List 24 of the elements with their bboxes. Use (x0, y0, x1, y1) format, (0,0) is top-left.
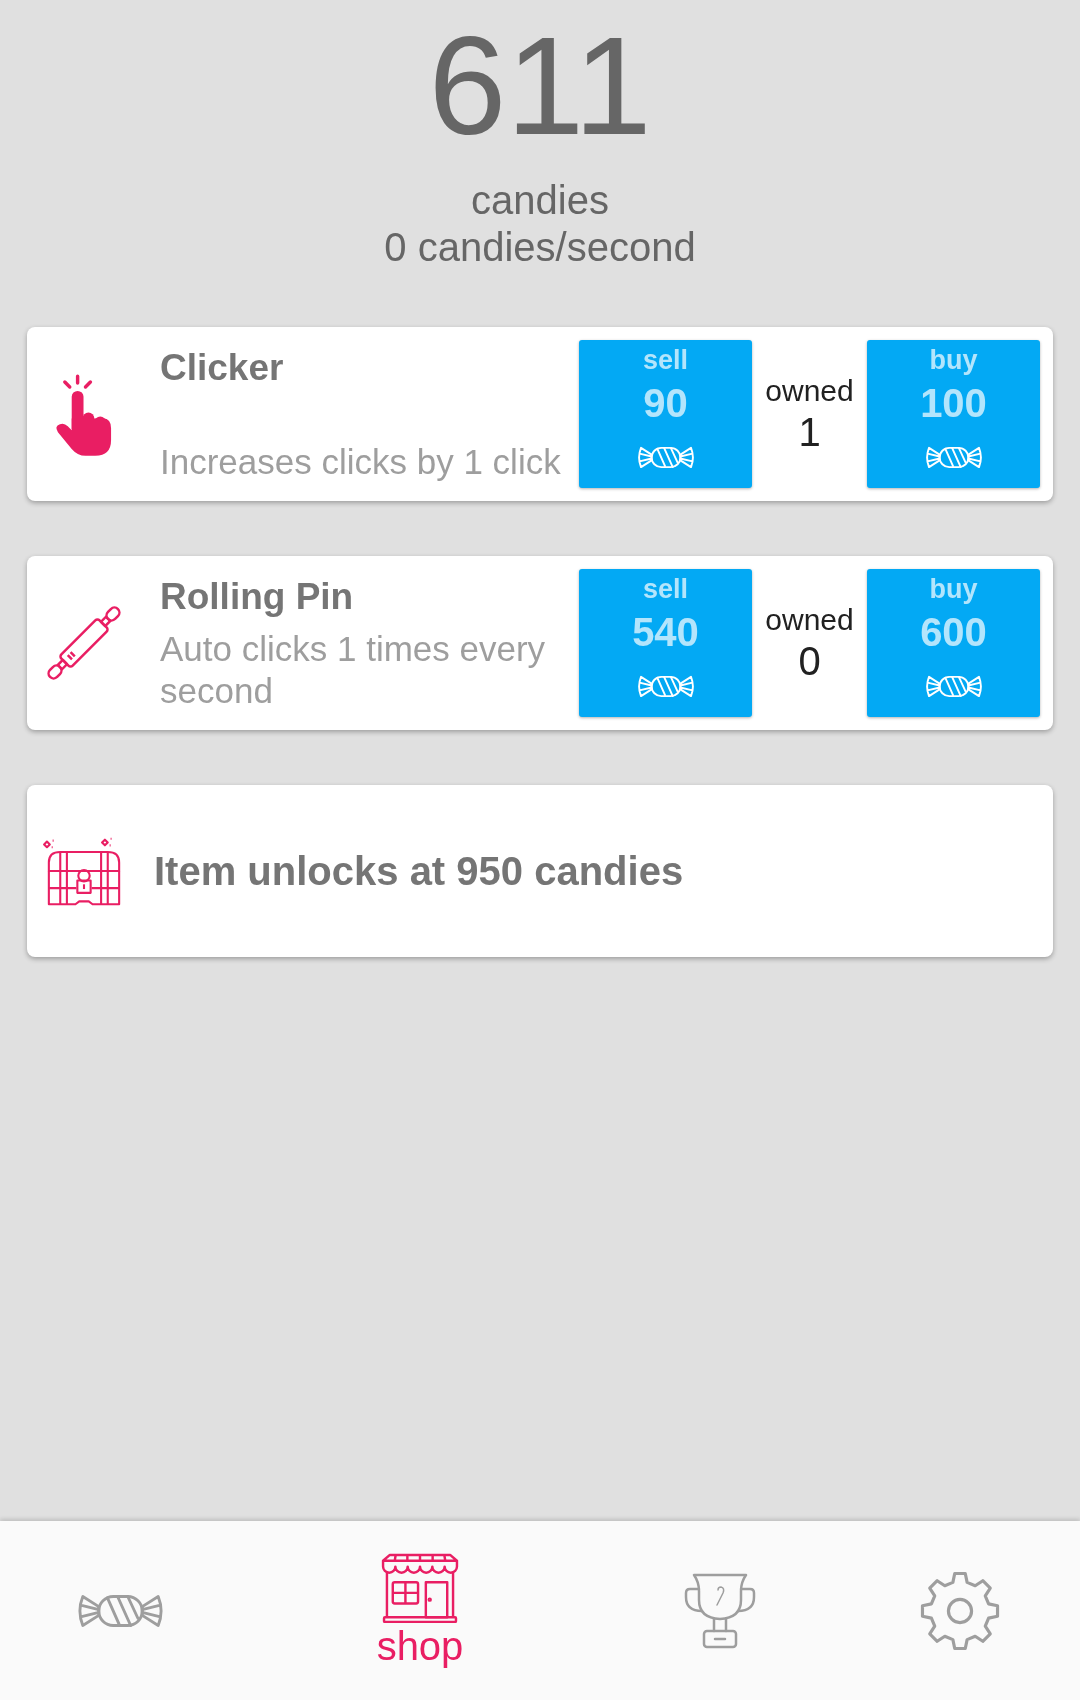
owned-label: owned (765, 373, 854, 409)
candy-icon (924, 445, 983, 470)
item-name: Rolling Pin (160, 576, 355, 618)
owned-count: 1 (798, 409, 821, 455)
candies-per-second-label: 0 candies/second (384, 224, 696, 271)
storefront-icon (380, 1552, 460, 1623)
sell-button[interactable]: sell 90 (579, 340, 752, 488)
candy-icon (924, 674, 983, 699)
candy-icon (636, 445, 695, 470)
shop-tab[interactable]: shop (376, 1552, 464, 1669)
settings-tab[interactable] (920, 1570, 1000, 1651)
item-description: Auto clicks 1 times every second (160, 628, 547, 712)
candy-icon (636, 674, 695, 699)
unlock-message: Item unlocks at 950 candies (154, 848, 684, 895)
buy-button[interactable]: buy 600 (867, 569, 1040, 717)
sell-button[interactable]: sell 540 (579, 569, 752, 717)
gear-icon (920, 1570, 1000, 1651)
item-description: Increases clicks by 1 click (160, 441, 562, 483)
item-name: Clicker (160, 347, 285, 389)
candy-count: 611 (428, 16, 652, 156)
candy-unit-label: candies (471, 177, 609, 224)
owned-label: owned (765, 602, 854, 638)
owned-count: 0 (798, 638, 821, 684)
buy-button[interactable]: buy 100 (867, 340, 1040, 488)
